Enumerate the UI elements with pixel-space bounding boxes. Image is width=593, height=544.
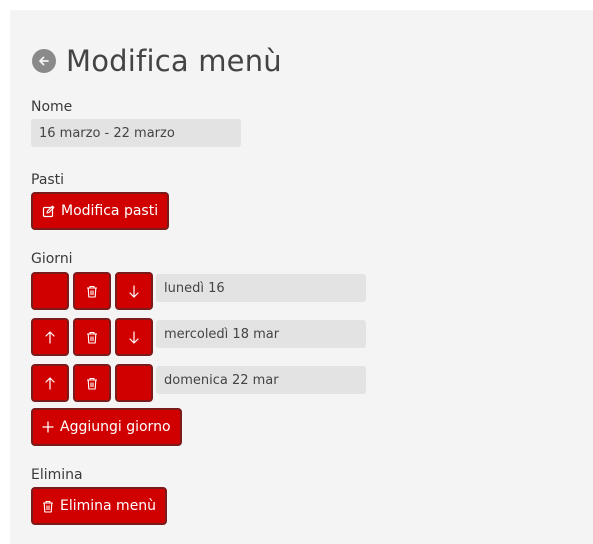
edit-icon xyxy=(42,205,55,217)
meals-label: Pasti xyxy=(31,172,65,188)
menu-name-input[interactable] xyxy=(31,119,241,147)
trash-icon xyxy=(43,500,53,513)
back-button[interactable] xyxy=(32,49,56,73)
days-label: Giorni xyxy=(31,251,73,267)
day-input[interactable] xyxy=(156,274,366,302)
page-header: Modifica menù xyxy=(32,44,282,78)
delete-day-button[interactable] xyxy=(73,364,111,402)
move-day-down-button[interactable] xyxy=(115,272,153,310)
plus-icon xyxy=(42,421,54,433)
move-day-up-button[interactable] xyxy=(31,364,69,402)
page-title: Modifica menù xyxy=(66,44,282,78)
edit-meals-button[interactable]: Modifica pasti xyxy=(31,192,170,230)
edit-menu-panel: Modifica menù Nome Pasti Modifica pasti … xyxy=(10,10,593,544)
move-day-down-button[interactable] xyxy=(115,318,153,356)
arrow-up-icon xyxy=(45,330,55,344)
delete-day-button[interactable] xyxy=(73,318,111,356)
arrow-up-icon xyxy=(45,376,55,390)
delete-menu-label: Elimina menù xyxy=(60,498,157,514)
arrow-down-icon xyxy=(129,330,139,344)
move-day-up-button[interactable] xyxy=(31,272,69,310)
delete-day-button[interactable] xyxy=(73,272,111,310)
add-day-button[interactable]: Aggiungi giorno xyxy=(31,408,182,446)
arrow-down-icon xyxy=(129,284,139,298)
move-day-up-button[interactable] xyxy=(31,318,69,356)
delete-label: Elimina xyxy=(31,467,83,483)
delete-menu-button[interactable]: Elimina menù xyxy=(31,487,168,525)
edit-meals-label: Modifica pasti xyxy=(61,203,159,219)
trash-icon xyxy=(87,331,97,344)
trash-icon xyxy=(87,285,97,298)
arrow-left-icon xyxy=(39,56,49,66)
day-input[interactable] xyxy=(156,366,366,394)
trash-icon xyxy=(87,377,97,390)
day-input[interactable] xyxy=(156,320,366,348)
move-day-down-button[interactable] xyxy=(115,364,153,402)
name-label: Nome xyxy=(31,99,73,115)
add-day-label: Aggiungi giorno xyxy=(60,419,171,435)
